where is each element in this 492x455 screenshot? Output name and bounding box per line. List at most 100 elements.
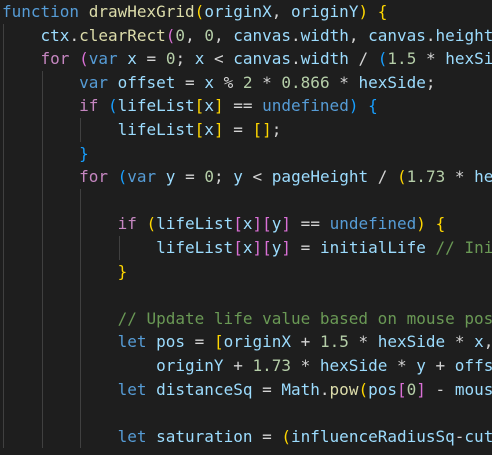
code-token: [ <box>262 214 272 234</box>
code-token: canvas <box>233 25 292 45</box>
code-token: = <box>175 72 205 92</box>
code-token: , <box>484 332 492 351</box>
code-token: x <box>204 120 214 139</box>
code-token: ( <box>377 49 388 69</box>
code-token: [ <box>233 238 243 257</box>
code-token: influenceRadiusSq <box>291 426 455 446</box>
code-token: clearRect <box>79 25 166 45</box>
code-token: ( <box>281 426 292 446</box>
code-token: y <box>271 238 282 257</box>
code-token: == <box>291 214 330 234</box>
code-token: var <box>79 72 108 92</box>
code-line[interactable]: lifeList[x] = []; <box>2 118 282 141</box>
code-line[interactable]: originY + 1.73 * hexSide * y + offs <box>2 354 492 377</box>
code-line[interactable]: // Update life value based on mouse pos <box>2 307 492 330</box>
code-line[interactable]: ctx.clearRect(0, 0, canvas.width, canvas… <box>2 24 492 47</box>
code-token: == <box>223 96 263 116</box>
code-token: ] <box>252 238 263 257</box>
code-token: x <box>194 49 205 69</box>
code-line[interactable]: for (var y = 0; y < pageHeight / (1.73 *… <box>2 165 492 188</box>
code-token: [ <box>262 238 272 257</box>
code-token: y <box>233 167 243 187</box>
code-token: * <box>291 356 320 375</box>
code-token: offs <box>454 356 492 375</box>
code-editor[interactable]: function drawHexGrid(originX, originY) {… <box>0 0 492 455</box>
code-token: + <box>425 356 455 375</box>
code-line[interactable]: } <box>2 142 89 165</box>
code-line[interactable]: let distanceSq = Math.pow(pos[0] - mous <box>2 378 492 401</box>
code-token: 0.866 <box>281 72 330 92</box>
code-token: . <box>291 49 301 69</box>
code-line[interactable]: for (var x = 0; x < canvas.width / (1.5 … <box>2 47 492 70</box>
code-token: y <box>271 214 282 234</box>
code-token: ( <box>107 96 118 116</box>
code-token: } <box>117 261 128 281</box>
code-token: Math <box>281 379 320 399</box>
code-token: < <box>242 167 272 187</box>
code-token: lifeList <box>156 214 234 234</box>
code-line[interactable]: } <box>2 260 128 283</box>
code-token: if <box>117 214 137 234</box>
code-token: mous <box>454 379 492 399</box>
code-token: ; <box>271 120 282 139</box>
code-token: cut <box>464 426 492 446</box>
code-token: var <box>88 49 118 69</box>
code-line[interactable]: if (lifeList[x] == undefined) { <box>2 94 378 117</box>
code-token: x <box>204 72 214 92</box>
code-line[interactable]: let saturation = (influenceRadiusSq-cut <box>2 425 492 448</box>
code-token: + <box>223 356 253 375</box>
code-token: ) <box>416 214 426 234</box>
code-token: width <box>300 25 349 45</box>
code-token: pos <box>156 332 186 352</box>
code-token: . <box>319 379 330 399</box>
code-token: // Update life value based on mouse pos <box>117 308 492 328</box>
code-token: canvas <box>233 49 292 69</box>
code-token: let <box>117 426 147 446</box>
code-line[interactable]: function drawHexGrid(originX, originY) { <box>2 0 387 23</box>
code-token: 1.73 <box>406 167 446 187</box>
code-token: ( <box>79 49 89 69</box>
code-token: // Ini <box>435 238 492 257</box>
code-token: , <box>185 25 205 45</box>
code-token: ] <box>213 96 224 116</box>
code-token: [ <box>213 332 224 352</box>
code-token: * <box>387 356 417 375</box>
code-token: 0 <box>204 25 214 45</box>
code-token: ] <box>213 120 224 139</box>
code-token: let <box>117 379 147 399</box>
code-token: 1.73 <box>252 356 291 375</box>
code-token: var <box>127 167 157 187</box>
code-line[interactable]: if (lifeList[x][y] == undefined) { <box>2 212 446 235</box>
code-token: . <box>291 25 301 45</box>
code-line[interactable]: var offset = x % 2 * 0.866 * hexSide; <box>2 71 436 94</box>
code-token: hexSide <box>445 49 492 69</box>
code-token: [ <box>233 214 243 234</box>
code-token: ctx <box>40 25 70 45</box>
code-token: ; <box>175 49 195 69</box>
code-token: ) <box>358 2 369 21</box>
code-token: let <box>117 332 147 352</box>
code-token: [] <box>252 120 272 139</box>
code-line[interactable]: lifeList[x][y] = initialLife // Ini <box>2 236 492 259</box>
code-token: ( <box>358 379 369 399</box>
code-token: ; <box>213 167 234 187</box>
code-token: ] <box>416 379 426 399</box>
code-line[interactable]: let pos = [originX + 1.5 * hexSide * x, <box>2 330 492 353</box>
